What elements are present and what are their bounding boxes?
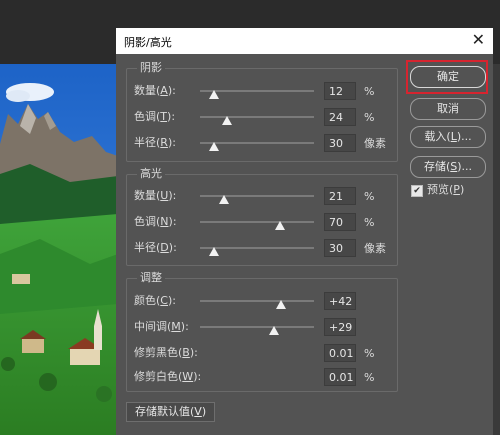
highlights-amount-slider[interactable]	[200, 195, 314, 197]
dialog-titlebar: 阴影/高光 ✕	[116, 28, 493, 54]
highlights-amount-label: 数量(U):	[134, 189, 177, 202]
shadows-radius-label: 半径(R):	[134, 136, 176, 149]
preview-checkbox[interactable]: ✔	[411, 185, 423, 197]
shadows-radius-input[interactable]: 30	[324, 134, 356, 152]
ok-button[interactable]: 确定	[410, 66, 486, 88]
highlights-radius-thumb[interactable]	[208, 247, 219, 256]
color-input[interactable]: +42	[324, 292, 356, 310]
highlights-tone-unit: %	[364, 216, 375, 229]
save-button[interactable]: 存储(S)...	[410, 156, 486, 178]
color-slider[interactable]	[200, 300, 314, 302]
highlights-amount-input[interactable]: 21	[324, 187, 356, 205]
preview-label: 预览(P)	[427, 183, 465, 196]
midtone-thumb[interactable]	[269, 326, 280, 335]
shadows-radius-unit: 像素	[364, 137, 386, 150]
shadows-tone-unit: %	[364, 111, 375, 124]
clip-white-unit: %	[364, 371, 375, 384]
shadows-tone-label: 色调(T):	[134, 110, 176, 123]
highlights-tone-thumb[interactable]	[274, 221, 285, 230]
shadows-amount-label: 数量(A):	[134, 84, 176, 97]
midtone-input[interactable]: +29	[324, 318, 356, 336]
clip-black-input[interactable]: 0.01	[324, 344, 356, 362]
load-button[interactable]: 载入(L)...	[410, 126, 486, 148]
highlights-radius-label: 半径(D):	[134, 241, 177, 254]
clip-white-input[interactable]: 0.01	[324, 368, 356, 386]
highlights-tone-input[interactable]: 70	[324, 213, 356, 231]
shadows-highlights-dialog: 阴影/高光 ✕ 阴影 数量(A): 12 % 色调(T): 24 % 半径(R)…	[116, 28, 493, 435]
clip-white-label: 修剪白色(W):	[134, 370, 202, 383]
close-icon[interactable]: ✕	[472, 31, 485, 49]
highlights-legend: 高光	[137, 167, 165, 181]
canvas-photo	[0, 64, 118, 435]
color-label: 颜色(C):	[134, 294, 176, 307]
shadows-tone-input[interactable]: 24	[324, 108, 356, 126]
highlights-amount-thumb[interactable]	[218, 195, 229, 204]
clip-black-label: 修剪黑色(B):	[134, 346, 198, 359]
clip-black-unit: %	[364, 347, 375, 360]
shadows-amount-thumb[interactable]	[208, 90, 219, 99]
midtone-slider[interactable]	[200, 326, 314, 328]
shadows-amount-input[interactable]: 12	[324, 82, 356, 100]
dialog-title: 阴影/高光	[124, 36, 172, 49]
shadows-radius-thumb[interactable]	[208, 142, 219, 151]
color-thumb[interactable]	[275, 300, 286, 309]
highlights-tone-label: 色调(N):	[134, 215, 177, 228]
highlights-amount-unit: %	[364, 190, 375, 203]
shadows-tone-slider[interactable]	[200, 116, 314, 118]
shadows-amount-unit: %	[364, 85, 375, 98]
shadows-legend: 阴影	[137, 61, 165, 75]
adjust-legend: 调整	[137, 271, 165, 285]
save-default-button[interactable]: 存储默认值(V)	[126, 402, 216, 422]
midtone-label: 中间调(M):	[134, 320, 189, 333]
highlights-tone-slider[interactable]	[200, 221, 314, 223]
highlights-radius-input[interactable]: 30	[324, 239, 356, 257]
highlights-radius-unit: 像素	[364, 242, 386, 255]
shadows-tone-thumb[interactable]	[222, 116, 233, 125]
cancel-button[interactable]: 取消	[410, 98, 486, 120]
